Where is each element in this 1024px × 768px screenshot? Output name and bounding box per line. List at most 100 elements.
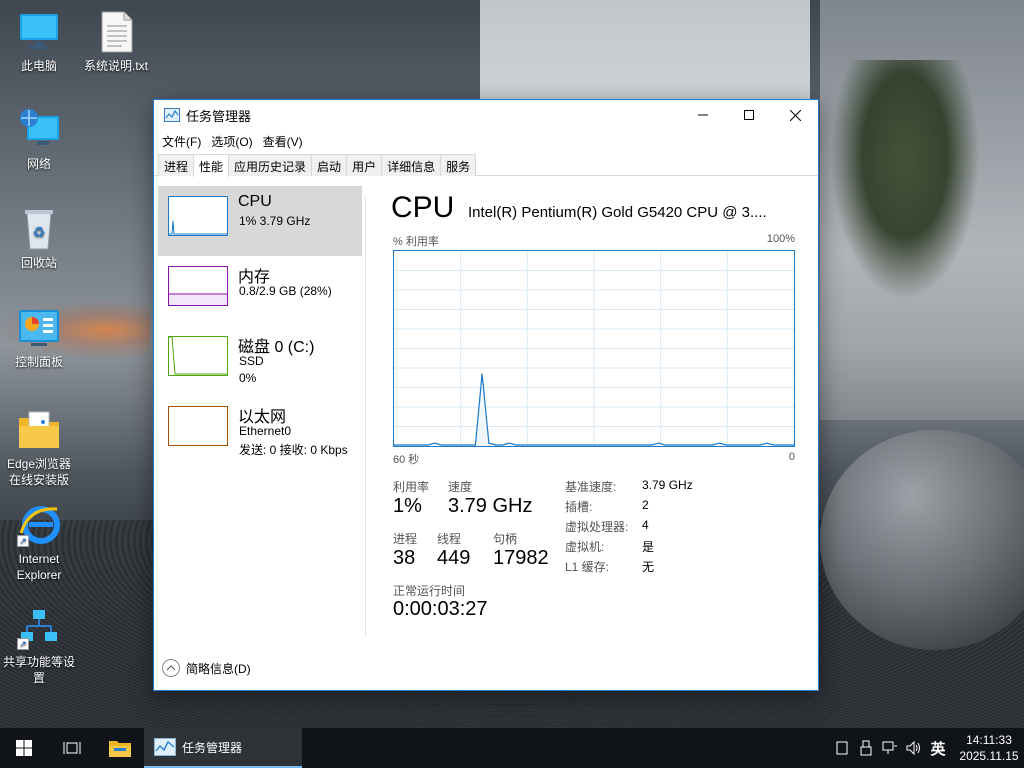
ime-indicator[interactable]: 英 [926, 738, 950, 759]
share-settings-icon: ↗ [17, 606, 61, 650]
desktop-icon-label: 控制面板 [14, 355, 63, 369]
resource-item-memory[interactable]: 内存 0.8/2.9 GB (28%) [158, 256, 362, 326]
desktop-icon-control-panel[interactable]: 控制面板 [1, 306, 77, 370]
task-manager-icon [164, 108, 180, 122]
tab-performance[interactable]: 性能 [193, 154, 230, 177]
recycle-bin-icon: ♻ [17, 207, 61, 251]
task-view-icon [63, 742, 81, 754]
desktop-icon-edge-installer[interactable]: Edge浏览器在线安装版 [1, 408, 77, 488]
speed-value: 3.79 GHz [448, 495, 533, 517]
system-tray: 英 14:11:33 2025.11.15 [830, 728, 1024, 768]
ie-icon: ↗ [17, 503, 61, 547]
start-button[interactable] [0, 728, 48, 768]
graph-label-left: % 利用率 [393, 236, 439, 248]
close-button[interactable] [772, 100, 818, 130]
desktop-icon-label: 回收站 [20, 256, 57, 270]
tab-app-history[interactable]: 应用历史记录 [228, 154, 313, 176]
resource-list: CPU 1% 3.79 GHz 内存 0.8/2.9 GB (28%) 磁盘 0… [158, 186, 362, 466]
taskbar: 任务管理器 英 14:11:33 2025.11.15 [0, 728, 1024, 768]
desktop-icon-ie[interactable]: ↗ Internet Explorer [1, 503, 77, 583]
fewer-details-link[interactable]: 简略信息(D) [186, 660, 251, 677]
handles-value: 17982 [493, 547, 549, 569]
tab-users[interactable]: 用户 [346, 154, 383, 176]
processes-label: 进程 [393, 532, 418, 546]
window-title: 任务管理器 [186, 108, 252, 124]
processes-value: 38 [393, 547, 416, 569]
resource-sub2: 0% [239, 371, 257, 385]
menu-view[interactable]: 查看(V) [259, 130, 307, 150]
detail-key-virtual-processors: 虚拟处理器: [565, 520, 629, 534]
detail-key-base-speed: 基准速度: [565, 480, 617, 494]
network-icon [17, 108, 61, 152]
desktop-icon-this-pc[interactable]: 此电脑 [1, 10, 77, 74]
desktop-icon-label: Internet Explorer [16, 552, 62, 582]
resource-sub: Ethernet0 [239, 424, 292, 438]
detail-value-sockets: 2 [642, 498, 649, 512]
ethernet-thumbnail [168, 406, 228, 446]
folder-icon [109, 741, 131, 757]
menu-options[interactable]: 选项(O) [207, 130, 256, 150]
fewer-details-bar: 简略信息(D) [154, 645, 818, 690]
desktop-icon-label: Edge浏览器在线安装版 [6, 457, 72, 487]
resource-sub: 0.8/2.9 GB (28%) [239, 284, 332, 298]
memory-thumbnail [168, 266, 228, 306]
minimize-button[interactable] [680, 100, 726, 130]
desktop-icon-recycle-bin[interactable]: ♻ 回收站 [1, 207, 77, 271]
maximize-button[interactable] [726, 100, 772, 130]
detail-key-virtual-machine: 虚拟机: [565, 540, 605, 554]
tab-startup[interactable]: 启动 [311, 154, 348, 176]
close-icon [789, 109, 801, 121]
tab-details[interactable]: 详细信息 [381, 154, 442, 176]
file-explorer-button[interactable] [96, 728, 144, 768]
maximize-icon [744, 110, 754, 120]
taskbar-app-label: 任务管理器 [182, 740, 243, 755]
resource-sub: 1% 3.79 GHz [239, 214, 311, 228]
edge-installer-icon [17, 408, 61, 452]
tab-processes[interactable]: 进程 [158, 154, 195, 176]
control-panel-icon [17, 306, 61, 350]
detail-value-virtual-machine: 是 [642, 540, 655, 554]
util-value: 1% [393, 495, 422, 517]
desktop-icon-label: 网络 [26, 157, 51, 171]
graph-label-right: 100% [766, 233, 795, 245]
cpu-graph-svg [394, 251, 794, 446]
clock[interactable]: 14:11:33 2025.11.15 [954, 732, 1024, 764]
graph-axis-left: 60 秒 [393, 454, 420, 466]
minimize-icon [698, 114, 708, 116]
util-label: 利用率 [393, 480, 430, 494]
clock-time: 14:11:33 [966, 733, 1012, 747]
resource-item-disk[interactable]: 磁盘 0 (C:) SSD 0% [158, 326, 362, 396]
resource-item-cpu[interactable]: CPU 1% 3.79 GHz [158, 186, 362, 256]
tab-services[interactable]: 服务 [440, 154, 477, 176]
resource-item-ethernet[interactable]: 以太网 Ethernet0 发送: 0 接收: 0 Kbps [158, 396, 362, 466]
desktop-icon-readme[interactable]: 系统说明.txt [78, 10, 154, 74]
cpu-usage-graph [393, 250, 795, 447]
graph-axis-right: 0 [788, 451, 795, 463]
chevron-up-icon[interactable] [162, 659, 180, 677]
uptime-label: 正常运行时间 [393, 584, 466, 598]
cpu-thumbnail [168, 196, 228, 236]
wallpaper-tree [830, 60, 980, 300]
threads-label: 线程 [437, 532, 462, 546]
uptime-value: 0:00:03:27 [393, 598, 488, 620]
usb-device-icon[interactable] [854, 740, 878, 756]
title-bar[interactable]: 任务管理器 [154, 100, 818, 130]
task-manager-window: 任务管理器 文件(F) 选项(O) 查看(V) 进程 性能 应用历史记录 启动 … [153, 99, 819, 691]
detail-value-base-speed: 3.79 GHz [642, 478, 693, 492]
notification-square-icon[interactable] [830, 741, 854, 755]
task-view-button[interactable] [48, 728, 96, 768]
network-status-icon[interactable] [878, 741, 902, 755]
clock-date: 2025.11.15 [959, 749, 1019, 763]
desktop-icon-network[interactable]: 网络 [1, 108, 77, 172]
taskbar-app-task-manager[interactable]: 任务管理器 [144, 728, 302, 768]
detail-value-virtual-processors: 4 [642, 518, 649, 532]
desktop-icon-label: 此电脑 [20, 59, 57, 73]
desktop-icon-share-settings[interactable]: ↗ 共享功能等设置 [1, 606, 77, 686]
menu-file[interactable]: 文件(F) [158, 130, 205, 150]
shortcut-arrow-icon: ↗ [17, 638, 29, 650]
volume-icon[interactable] [902, 741, 926, 755]
task-manager-icon [154, 738, 176, 756]
resource-sub: SSD [239, 354, 264, 368]
cpu-model: Intel(R) Pentium(R) Gold G5420 CPU @ 3..… [468, 204, 767, 221]
menu-bar: 文件(F) 选项(O) 查看(V) [154, 130, 818, 150]
